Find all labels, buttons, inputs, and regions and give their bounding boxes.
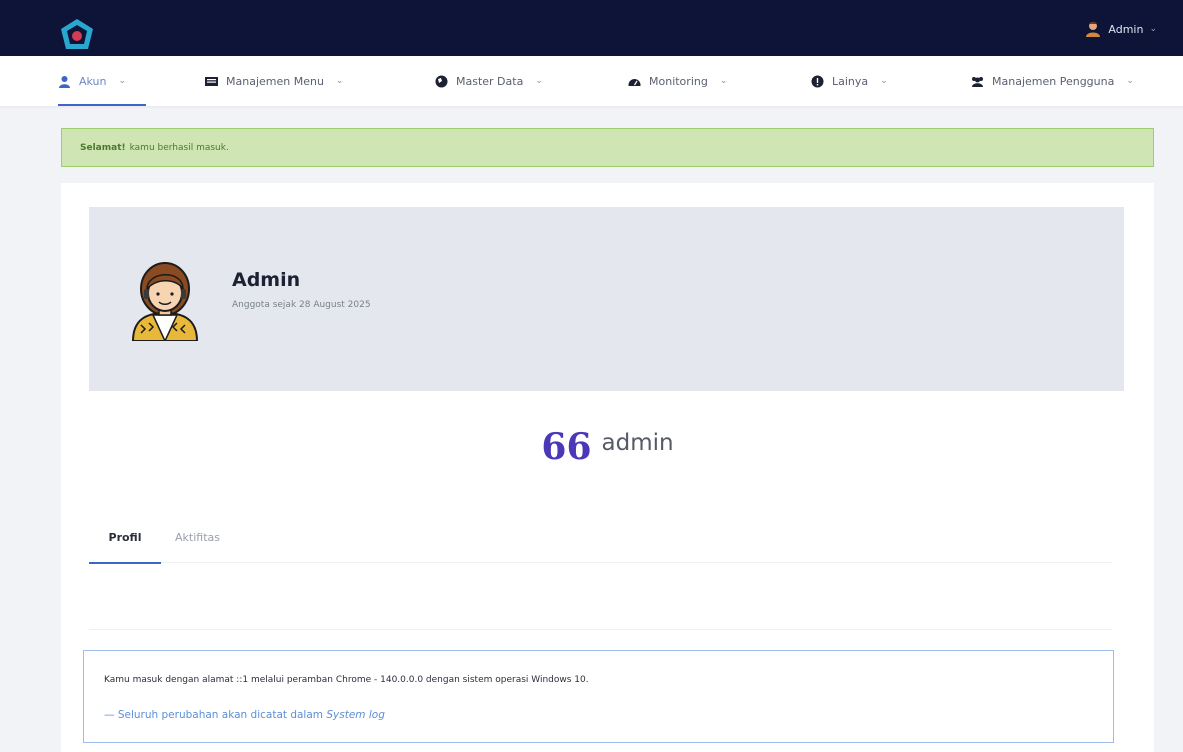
- system-log-note-prefix: — Seluruh perubahan akan dicatat dalam: [104, 709, 324, 721]
- section-divider: [89, 629, 1112, 630]
- gauge-icon: [628, 78, 641, 86]
- users-icon: [972, 76, 983, 87]
- avatar: [131, 262, 199, 341]
- nav-item-lainya[interactable]: Lainya ⌄: [811, 56, 888, 106]
- quote-text: admin: [601, 430, 674, 456]
- chevron-down-icon: ⌄: [1126, 76, 1134, 86]
- profile-header: Admin Anggota sejak 28 August 2025: [89, 207, 1124, 391]
- app-logo-icon[interactable]: [60, 18, 94, 50]
- user-menu[interactable]: Admin ⌄: [1084, 20, 1157, 38]
- tab-aktifitas[interactable]: Aktifitas: [175, 511, 220, 563]
- top-bar: Admin ⌄: [0, 0, 1183, 56]
- profile-name: Admin: [232, 269, 301, 291]
- tab-profil[interactable]: Profil: [89, 511, 161, 564]
- nav-item-manajemen-pengguna[interactable]: Manajemen Pengguna ⌄: [971, 56, 1134, 106]
- alert-strong-text: Selamat!: [80, 142, 126, 153]
- chevron-down-icon: ⌄: [719, 76, 728, 86]
- alert-message: kamu berhasil masuk.: [129, 142, 229, 153]
- profile-quote: 66 admin: [61, 421, 1154, 465]
- nav-item-label: Monitoring: [649, 74, 708, 88]
- login-info-box: Kamu masuk dengan alamat ::1 melalui per…: [83, 650, 1114, 743]
- login-info-text: Kamu masuk dengan alamat ::1 melalui per…: [104, 675, 589, 685]
- success-alert: Selamat! kamu berhasil masuk.: [61, 128, 1154, 167]
- user-avatar-icon: [1086, 22, 1101, 37]
- nav-item-label: Manajemen Menu: [226, 74, 324, 88]
- user-icon: [59, 75, 70, 88]
- globe-icon: [435, 75, 448, 87]
- chevron-down-icon: ⌄: [535, 76, 543, 86]
- nav-item-manajemen-menu[interactable]: Manajemen Menu ⌄: [205, 56, 343, 106]
- nav-item-label: Lainya: [832, 74, 869, 88]
- nav-item-label: Master Data: [456, 74, 524, 88]
- nav-item-monitoring[interactable]: Monitoring ⌄: [628, 56, 727, 106]
- nav-item-label: Manajemen Pengguna: [992, 74, 1115, 88]
- user-menu-name: Admin: [1108, 22, 1144, 36]
- info-circle-icon: [811, 75, 824, 87]
- chevron-down-icon: ⌄: [335, 76, 344, 86]
- profile-tabs: Profil Aktifitas: [89, 511, 1112, 564]
- chevron-down-icon: ⌄: [118, 76, 127, 86]
- list-icon: [205, 76, 218, 86]
- nav-item-master-data[interactable]: Master Data ⌄: [435, 56, 543, 106]
- nav-item-label: Akun: [79, 74, 107, 88]
- chevron-down-icon: ⌄: [880, 76, 888, 86]
- nav-item-akun[interactable]: Akun ⌄: [58, 56, 146, 106]
- profile-card: Admin Anggota sejak 28 August 2025 66 ad…: [61, 183, 1154, 752]
- system-log-link[interactable]: System log: [326, 709, 385, 721]
- member-since-text: Anggota sejak 28 August 2025: [232, 300, 371, 310]
- main-navigation: Akun ⌄ Manajemen Menu ⌄ Master Data ⌄ Mo…: [0, 56, 1183, 106]
- quote-icon: 66: [541, 426, 592, 468]
- system-log-note: — Seluruh perubahan akan dicatat dalam S…: [104, 709, 385, 721]
- chevron-down-icon: ⌄: [1149, 24, 1157, 34]
